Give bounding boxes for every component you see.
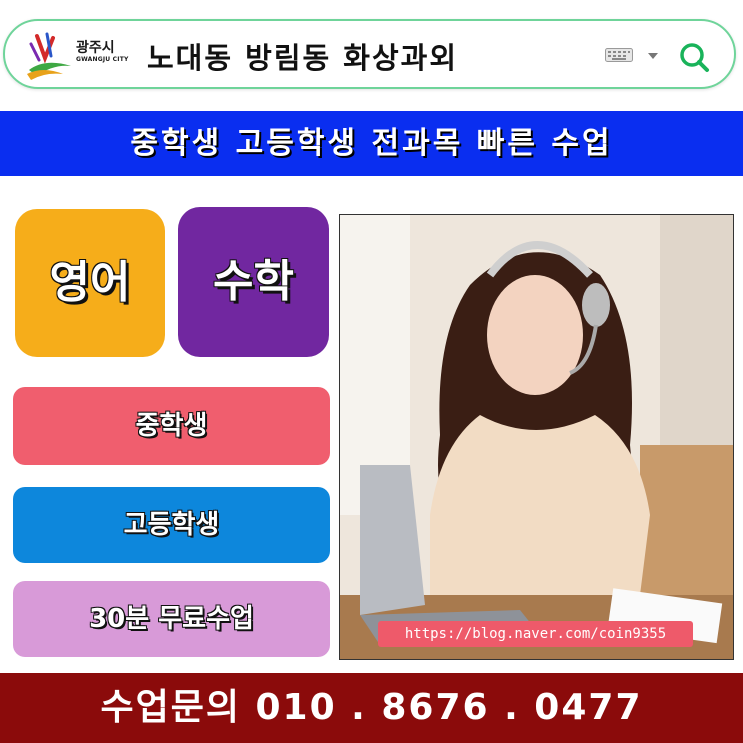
headline-banner: 중학생 고등학생 전과목 빠른 수업 (0, 111, 743, 176)
high-school-button[interactable]: 고등학생 (13, 487, 330, 563)
search-query-text[interactable]: 노대동 방림동 화상과외 (147, 35, 458, 77)
logo-city-name-en: GWANGJU CITY (76, 56, 129, 63)
gwangju-logo-icon (27, 32, 71, 80)
logo-city-name: 광주시 (76, 40, 115, 56)
search-icon[interactable] (678, 41, 710, 73)
tutor-illustration (340, 215, 733, 659)
logo-text: 광주시 GWANGJU CITY (76, 40, 129, 64)
caret-down-icon[interactable] (648, 52, 658, 60)
search-bar[interactable]: 광주시 GWANGJU CITY 노대동 방림동 화상과외 (3, 19, 736, 89)
contact-phone-bar[interactable]: 수업문의 010 . 8676 . 0477 (0, 673, 743, 743)
free-trial-button[interactable]: 30분 무료수업 (13, 581, 330, 657)
english-tile[interactable]: 영어 (15, 209, 165, 357)
math-tile[interactable]: 수학 (178, 207, 329, 357)
blog-url-badge[interactable]: https://blog.naver.com/coin9355 (378, 621, 693, 647)
keyboard-icon[interactable] (605, 48, 633, 62)
middle-school-button[interactable]: 중학생 (13, 387, 330, 465)
tutor-photo (339, 214, 734, 660)
